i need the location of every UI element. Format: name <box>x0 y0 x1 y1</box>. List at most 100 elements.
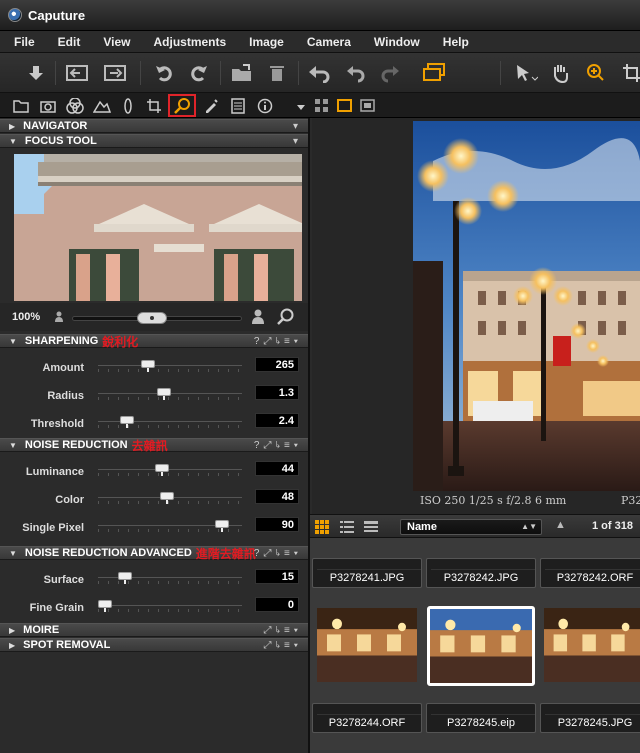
panel-menu-icon[interactable]: ▾ <box>293 136 302 147</box>
thumbnail-filename: P3278242.JPG <box>443 572 519 584</box>
slider-knob[interactable] <box>98 600 112 612</box>
panel-controls-icons[interactable]: ⤢↳≡▾ <box>263 640 302 651</box>
exposure-tab-icon[interactable] <box>92 96 112 116</box>
rating-dots[interactable] <box>431 706 535 715</box>
pan-hand-icon[interactable] <box>548 59 576 87</box>
title-bar: Caputure <box>0 0 640 31</box>
rotate-left-icon[interactable] <box>150 59 178 87</box>
undo-icon[interactable] <box>341 59 369 87</box>
thumbnail-image[interactable] <box>317 608 417 682</box>
menu-image[interactable]: Image <box>249 35 284 49</box>
thumbnail-caption[interactable]: P3278245.eip <box>426 703 536 733</box>
variants-icon[interactable] <box>420 59 448 87</box>
next-image-icon[interactable] <box>101 59 129 87</box>
undo-all-icon[interactable] <box>305 59 333 87</box>
noise-adv-row-surface: Surface 15 <box>0 566 308 594</box>
composition-tab-icon[interactable] <box>144 96 164 116</box>
noise-row-single-pixel: Single Pixel 90 <box>0 514 308 542</box>
crop-tool-icon[interactable] <box>618 59 640 87</box>
move-to-folder-icon[interactable] <box>228 59 256 87</box>
redo-icon[interactable] <box>377 59 405 87</box>
rating-dots[interactable] <box>545 706 640 715</box>
details-tab-icon[interactable] <box>168 94 196 117</box>
slider-value-field[interactable]: 1.3 <box>255 385 299 400</box>
moire-header[interactable]: ▶ MOIRE ⤢↳≡▾ <box>0 623 308 637</box>
panel-menu-icon[interactable]: ▾ <box>293 121 302 132</box>
capture-tab-icon[interactable] <box>38 96 58 116</box>
slider-track[interactable] <box>98 605 242 606</box>
rotate-right-icon[interactable] <box>185 59 213 87</box>
slider-knob[interactable] <box>120 416 135 428</box>
import-icon[interactable] <box>22 59 50 87</box>
adjustments-tab-icon[interactable] <box>228 96 248 116</box>
menu-help[interactable]: Help <box>443 35 469 49</box>
sort-by-select[interactable]: Name ▲▼ <box>400 519 542 535</box>
fullscreen-view-icon[interactable] <box>360 98 375 113</box>
panel-controls-icons[interactable]: ?⤢↳≡▾ <box>254 548 302 559</box>
panel-controls-icons[interactable]: ?⤢↳≡▾ <box>254 336 302 347</box>
zoom-slider-knob[interactable] <box>137 312 167 324</box>
slider-value-field[interactable]: 44 <box>255 461 299 476</box>
slider-value-field[interactable]: 265 <box>255 357 299 372</box>
previous-image-icon[interactable] <box>63 59 91 87</box>
thumbnail-selected[interactable] <box>427 606 535 686</box>
slider-knob[interactable] <box>155 464 170 476</box>
slider-track[interactable] <box>98 469 242 470</box>
thumbnail-grid-icon[interactable] <box>315 520 329 537</box>
tabs-menu-arrow-icon[interactable] <box>297 105 305 110</box>
single-view-icon[interactable] <box>337 98 352 113</box>
slider-value-field[interactable]: 48 <box>255 489 299 504</box>
thumbnail-caption[interactable]: P3278241.JPG <box>312 558 422 588</box>
slider-value-field[interactable]: 2.4 <box>255 413 299 428</box>
detail-list-icon[interactable] <box>364 520 378 537</box>
thumbnail-caption[interactable]: P3278245.JPG <box>540 703 640 733</box>
thumbnail-caption[interactable]: P3278244.ORF <box>312 703 422 733</box>
slider-knob[interactable] <box>215 520 229 532</box>
slider-label: Threshold <box>30 418 84 430</box>
slider-knob[interactable] <box>160 492 175 504</box>
slider-value-field[interactable]: 0 <box>255 597 299 612</box>
panel-controls-icons[interactable]: ?⤢↳≡▾ <box>254 440 302 451</box>
local-adjustments-tab-icon[interactable] <box>201 96 221 116</box>
menu-adjustments[interactable]: Adjustments <box>153 35 226 49</box>
lens-tab-icon[interactable] <box>118 96 138 116</box>
rating-dots[interactable] <box>317 561 421 570</box>
library-tab-icon[interactable] <box>11 96 31 116</box>
viewer-photo[interactable] <box>413 121 640 491</box>
slider-knob[interactable] <box>117 572 132 584</box>
noise-reduction-header[interactable]: ▼ NOISE REDUCTION 去雜訊 ?⤢↳≡▾ <box>0 438 308 453</box>
rating-dots[interactable] <box>431 561 535 570</box>
focus-loupe-icon[interactable] <box>277 308 295 329</box>
panel-controls-icons[interactable]: ⤢↳≡▾ <box>263 625 302 636</box>
menu-camera[interactable]: Camera <box>307 35 351 49</box>
menu-window[interactable]: Window <box>374 35 420 49</box>
slider-knob[interactable] <box>156 388 171 400</box>
thumbnail-caption[interactable]: P3278242.ORF <box>540 558 640 588</box>
slider-knob[interactable] <box>140 360 155 372</box>
thumbnail-caption[interactable]: P3278242.JPG <box>426 558 536 588</box>
noise-reduction-advanced-header[interactable]: ▼ NOISE REDUCTION ADVANCED 進階去雜訊 ?⤢↳≡▾ <box>0 546 308 561</box>
navigator-header[interactable]: ▶ NAVIGATOR ▾ <box>0 119 308 133</box>
zoom-tool-icon[interactable] <box>583 59 611 87</box>
grid-view-icon[interactable] <box>314 98 329 113</box>
list-view-icon[interactable] <box>340 520 354 537</box>
slider-track[interactable] <box>98 365 242 366</box>
slider-value-field[interactable]: 90 <box>255 517 299 532</box>
metadata-tab-icon[interactable] <box>255 96 275 116</box>
menu-view[interactable]: View <box>103 35 130 49</box>
slider-value-field[interactable]: 15 <box>255 569 299 584</box>
sort-ascending-icon[interactable]: ▲ <box>555 519 566 531</box>
delete-icon[interactable] <box>263 59 291 87</box>
color-tab-icon[interactable] <box>65 96 85 116</box>
thumbnail-image[interactable] <box>544 608 640 682</box>
focus-tool-header[interactable]: ▼ FOCUS TOOL ▾ <box>0 134 308 148</box>
menu-file[interactable]: File <box>14 35 35 49</box>
rating-dots[interactable] <box>545 561 640 570</box>
menu-edit[interactable]: Edit <box>58 35 81 49</box>
rating-dots[interactable] <box>317 706 421 715</box>
slider-ticks <box>98 473 242 476</box>
menu-bar: File Edit View Adjustments Image Camera … <box>0 31 640 53</box>
spot-removal-header[interactable]: ▶ SPOT REMOVAL ⤢↳≡▾ <box>0 638 308 652</box>
sharpening-header[interactable]: ▼ SHARPENING 銳利化 ?⤢↳≡▾ <box>0 334 308 349</box>
select-cursor-icon[interactable] <box>512 59 540 87</box>
